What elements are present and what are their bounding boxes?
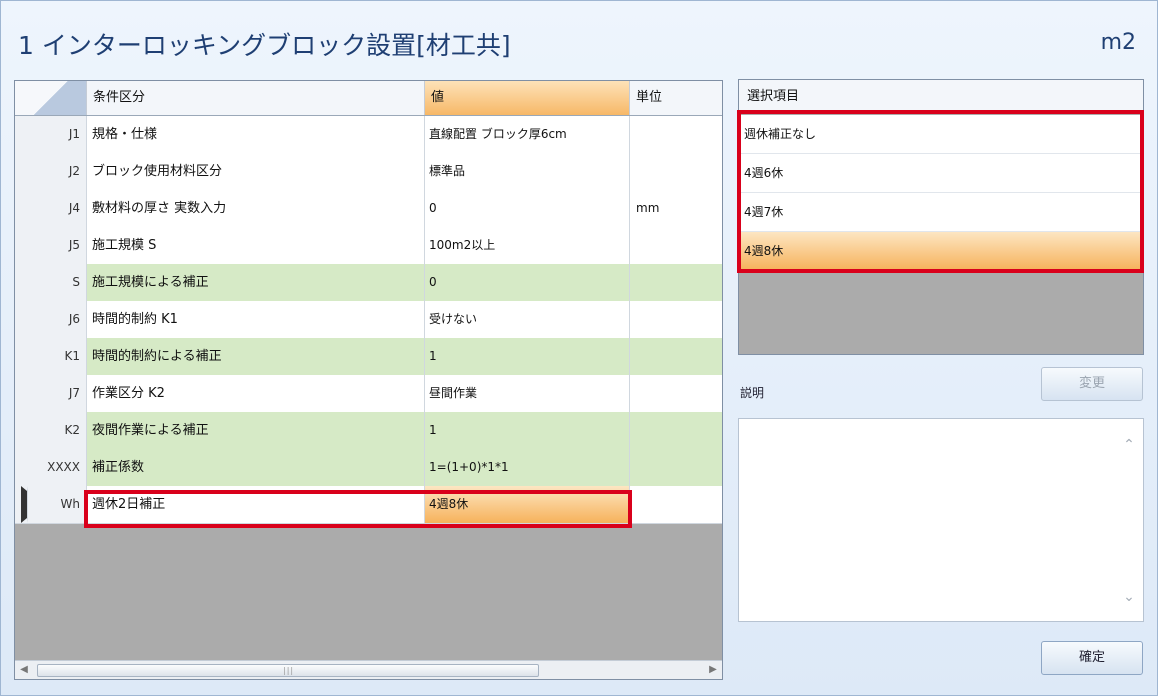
table-row[interactable]: J5 施工規模 S 100m2以上 (15, 227, 722, 265)
row-unit (630, 301, 722, 338)
confirm-button[interactable]: 確定 (1041, 641, 1143, 675)
row-value[interactable]: 標準品 (425, 153, 630, 190)
row-code: J1 (15, 116, 87, 153)
condition-grid: 条件区分 値 単位 J1 規格・仕様 直線配置 ブロック厚6cm J2 ブロック使用材料… (14, 80, 723, 680)
selection-header: 選択項目 (739, 80, 1143, 114)
table-row[interactable]: S 施工規模による補正 0 (15, 264, 722, 302)
row-condition: 敷材料の厚さ 実数入力 (87, 190, 425, 227)
row-condition: ブロック使用材料区分 (87, 153, 425, 190)
header-value[interactable]: 値 (425, 81, 630, 115)
row-value[interactable]: 0 (425, 190, 630, 227)
row-unit (630, 486, 722, 523)
row-condition: 時間的制約 K1 (87, 301, 425, 338)
row-condition: 施工規模 S (87, 227, 425, 264)
highlight-box-row (84, 490, 632, 528)
row-condition: 補正係数 (87, 449, 425, 486)
header-condition[interactable]: 条件区分 (87, 81, 425, 115)
row-unit (630, 449, 722, 486)
row-value[interactable]: 1 (425, 338, 630, 375)
table-row[interactable]: J6 時間的制約 K1 受けない (15, 301, 722, 339)
table-row[interactable]: K1 時間的制約による補正 1 (15, 338, 722, 376)
scroll-down-icon[interactable]: ⌄ (1123, 590, 1135, 604)
row-condition: 作業区分 K2 (87, 375, 425, 412)
row-code: J4 (15, 190, 87, 227)
page-title: 1 インターロッキングブロック設置[材工共] (18, 31, 511, 60)
row-unit: mm (636, 201, 660, 215)
grid-header: 条件区分 値 単位 (15, 81, 722, 116)
row-unit (630, 375, 722, 412)
row-value[interactable]: 100m2以上 (425, 227, 630, 264)
row-code: K2 (15, 412, 87, 449)
row-condition: 夜間作業による補正 (87, 412, 425, 449)
row-value[interactable]: 受けない (425, 301, 630, 338)
table-row[interactable]: J2 ブロック使用材料区分 標準品 (15, 153, 722, 191)
table-row[interactable]: K2 夜間作業による補正 1 (15, 412, 722, 450)
change-button[interactable]: 変更 (1041, 367, 1143, 401)
unit-label: m2 (1100, 30, 1136, 55)
horizontal-scrollbar[interactable]: ◀ ||| ▶ (15, 660, 722, 679)
row-value[interactable]: 直線配置 ブロック厚6cm (425, 116, 630, 153)
scroll-thumb[interactable]: ||| (37, 664, 539, 677)
row-condition: 施工規模による補正 (87, 264, 425, 301)
row-code: K1 (15, 338, 87, 375)
row-unit (630, 338, 722, 375)
row-code: J2 (15, 153, 87, 190)
row-code: J7 (15, 375, 87, 412)
description-box[interactable]: ⌃ ⌄ (738, 418, 1144, 622)
row-unit (630, 264, 722, 301)
table-row[interactable]: J7 作業区分 K2 昼間作業 (15, 375, 722, 413)
table-row[interactable]: XXXX 補正係数 1=(1+0)*1*1 (15, 449, 722, 487)
grid-corner[interactable] (15, 81, 87, 115)
row-code: S (15, 264, 87, 301)
table-row[interactable]: J1 規格・仕様 直線配置 ブロック厚6cm (15, 116, 722, 154)
row-unit (630, 116, 722, 153)
current-row-arrow-icon (21, 486, 28, 523)
row-unit (630, 412, 722, 449)
scroll-right-icon[interactable]: ▶ (706, 663, 720, 677)
scroll-left-icon[interactable]: ◀ (17, 663, 31, 677)
row-condition: 規格・仕様 (87, 116, 425, 153)
header-unit[interactable]: 単位 (630, 81, 722, 115)
row-value[interactable]: 1=(1+0)*1*1 (425, 449, 630, 486)
row-code: XXXX (15, 449, 87, 486)
row-condition: 時間的制約による補正 (87, 338, 425, 375)
row-value[interactable]: 1 (425, 412, 630, 449)
grip-icon: ||| (283, 666, 295, 675)
highlight-box-selection (737, 110, 1144, 273)
row-unit (630, 153, 722, 190)
row-value[interactable]: 昼間作業 (425, 375, 630, 412)
table-row[interactable]: J4 敷材料の厚さ 実数入力 0 mm (15, 190, 722, 228)
row-unit (630, 227, 722, 264)
description-label: 説明 (740, 386, 765, 400)
row-code: J6 (15, 301, 87, 338)
row-code: J5 (15, 227, 87, 264)
row-value[interactable]: 0 (425, 264, 630, 301)
scroll-up-icon[interactable]: ⌃ (1123, 438, 1135, 452)
